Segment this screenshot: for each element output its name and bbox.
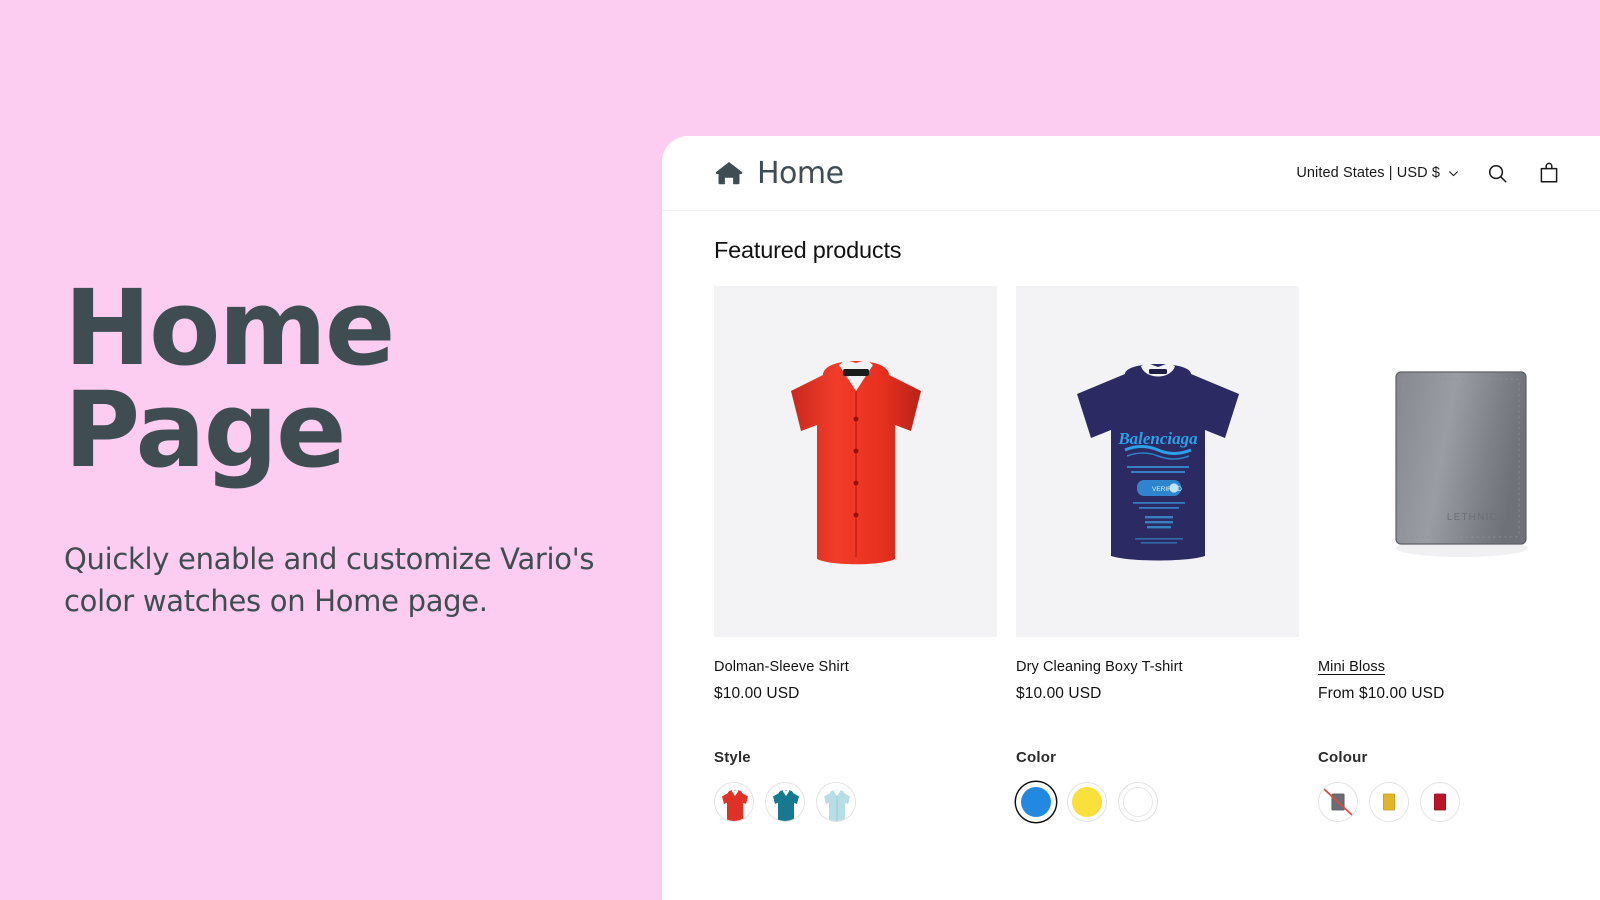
swatch-group-label: Colour — [1318, 749, 1368, 766]
product-card[interactable]: Balenciaga VERIFIED Dry Cleaning Boxy T-… — [1016, 286, 1299, 703]
swatch-style-light-blue[interactable] — [816, 782, 856, 822]
product-price: $10.00 USD — [714, 685, 800, 702]
swatch-group-colour: Colour — [1318, 749, 1600, 822]
product-image[interactable]: LETHNIC — [1318, 286, 1600, 637]
swatch-list — [1016, 782, 1299, 822]
shirt-thumbnail-icon — [817, 783, 855, 821]
swatch-fill — [1021, 787, 1051, 817]
brand-name: Home — [757, 155, 844, 191]
header-actions: United States | USD $ — [1296, 158, 1564, 188]
product-title[interactable]: Dry Cleaning Boxy T-shirt — [1016, 659, 1299, 675]
product-image[interactable] — [714, 286, 997, 637]
swatch-group-label: Color — [1016, 749, 1057, 766]
swatch-group-color: Color — [1016, 749, 1299, 822]
cart-button[interactable] — [1534, 158, 1564, 188]
search-icon — [1486, 162, 1509, 185]
product-title[interactable]: Mini Bloss — [1318, 659, 1600, 675]
wallet-thumbnail-icon — [1421, 783, 1459, 821]
swatch-list — [1318, 782, 1600, 822]
chevron-down-icon — [1447, 167, 1460, 180]
shirt-thumbnail-icon — [766, 783, 804, 821]
storefront-preview: Home United States | USD $ Featured prod… — [662, 136, 1600, 900]
page-subtitle: Quickly enable and customize Vario's col… — [64, 541, 595, 618]
brand-logo[interactable]: Home — [714, 156, 844, 191]
product-image[interactable]: Balenciaga VERIFIED — [1016, 286, 1299, 637]
shopping-bag-icon — [1537, 161, 1561, 185]
swatch-colour-grey-sold-out[interactable] — [1318, 782, 1358, 822]
home-icon — [714, 158, 744, 188]
store-header: Home United States | USD $ — [662, 136, 1600, 211]
swatch-row: Style Color Colour — [662, 749, 1600, 822]
product-price: $10.00 USD — [1016, 685, 1102, 702]
locale-selector[interactable]: United States | USD $ — [1296, 165, 1460, 181]
product-card[interactable]: LETHNIC Mini Bloss From $10.00 USD — [1318, 286, 1600, 703]
swatch-fill — [1072, 787, 1102, 817]
swatch-style-teal[interactable] — [765, 782, 805, 822]
swatch-style-red[interactable] — [714, 782, 754, 822]
wallet-thumbnail-icon — [1370, 783, 1408, 821]
swatch-color-white[interactable] — [1118, 782, 1158, 822]
swatch-color-yellow[interactable] — [1067, 782, 1107, 822]
promo-panel: Home Page Quickly enable and customize V… — [0, 0, 665, 900]
product-grid: Dolman-Sleeve Shirt $10.00 USD Balenciag… — [662, 286, 1600, 703]
swatch-colour-red[interactable] — [1420, 782, 1460, 822]
svg-text:LETHNIC: LETHNIC — [1446, 512, 1497, 523]
page-title: Home Page — [64, 267, 395, 491]
locale-selector-label: United States | USD $ — [1296, 165, 1440, 181]
wallet-thumbnail-icon — [1319, 783, 1357, 821]
swatch-fill — [1123, 787, 1153, 817]
section-title: Featured products — [714, 237, 902, 263]
swatch-group-label: Style — [714, 749, 751, 766]
shirt-thumbnail-icon — [715, 783, 753, 821]
product-price: From $10.00 USD — [1318, 685, 1445, 702]
swatch-list — [714, 782, 997, 822]
product-title[interactable]: Dolman-Sleeve Shirt — [714, 659, 997, 675]
swatch-color-blue[interactable] — [1016, 782, 1056, 822]
swatch-group-style: Style — [714, 749, 997, 822]
swatch-colour-yellow[interactable] — [1369, 782, 1409, 822]
svg-text:Balenciaga: Balenciaga — [1117, 429, 1198, 448]
search-button[interactable] — [1482, 158, 1512, 188]
product-card[interactable]: Dolman-Sleeve Shirt $10.00 USD — [714, 286, 997, 703]
